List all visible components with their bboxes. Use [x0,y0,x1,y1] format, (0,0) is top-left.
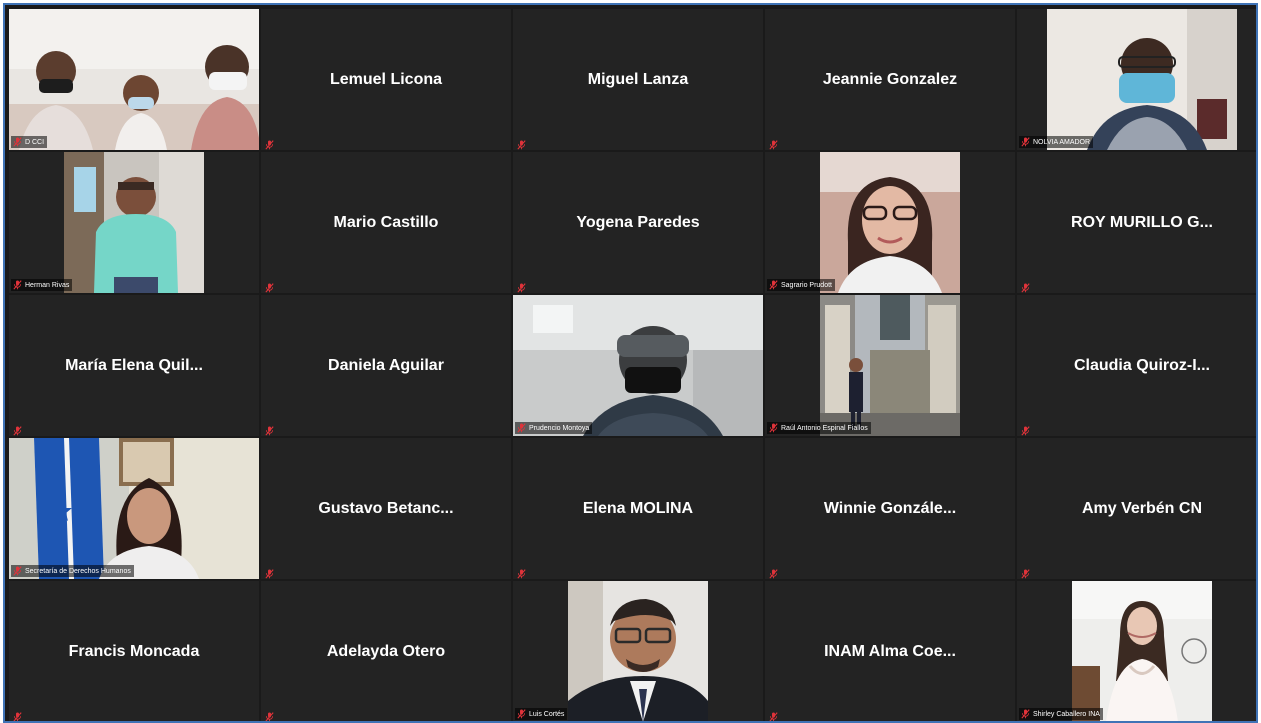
participant-tile-jeannie-gonzalez[interactable]: Jeannie Gonzalez [765,9,1015,150]
mic-muted-icon [517,709,526,719]
participant-name: INAM Alma Coe... [824,642,956,660]
participant-name: Elena MOLINA [582,499,694,517]
participant-video [9,9,259,150]
mic-muted-icon [1021,423,1030,436]
participant-grid: D CCI Lemuel Licona Miguel Lanza Jeannie Go… [9,9,1256,721]
gallery-view: D CCI Lemuel Licona Miguel Lanza Jeannie Go… [3,3,1258,723]
mic-muted-icon [1021,280,1030,293]
mic-muted-icon [13,280,22,290]
participant-name: Raúl Antonio Espinal Fiallos [781,424,868,432]
participant-name: Secretaría de Derechos Humanos [25,567,131,575]
mic-muted-icon [517,280,526,293]
participant-name: Jeannie Gonzalez [822,70,958,88]
mic-muted-icon [265,423,274,436]
mic-muted-icon [13,709,22,721]
participant-video [9,438,259,579]
participant-name: NOLVIA AMADOR [1033,138,1091,146]
participant-name-label: Herman Rivas [11,279,73,291]
participant-tile-amy-verben-cn[interactable]: Amy Verbén CN [1017,438,1256,579]
participant-name: Daniela Aguilar [328,356,444,374]
mic-muted-icon [517,423,526,433]
participant-tile-sagrario-prudott[interactable]: Sagrario Prudott [765,152,1015,293]
participant-name-label: Secretaría de Derechos Humanos [11,565,134,577]
participant-tile-secretaria-de-derechos-humanos[interactable]: Secretaría de Derechos Humanos [9,438,259,579]
participant-video [64,152,204,293]
participant-tile-luis-cortes[interactable]: Luis Cortés [513,581,763,721]
mic-muted-icon [13,423,22,436]
participant-name: Prudencio Montoya [529,424,590,432]
participant-name: Amy Verbén CN [1081,499,1203,517]
mic-muted-icon [13,566,22,576]
participant-name: Adelayda Otero [326,642,446,660]
mic-muted-icon [13,137,22,147]
participant-video [820,295,960,436]
mic-muted-icon [769,137,778,150]
participant-tile-mario-castillo[interactable]: Mario Castillo [261,152,511,293]
participant-tile-gustavo-betanc[interactable]: Gustavo Betanc... [261,438,511,579]
participant-tile-prudencio-montoya[interactable]: Prudencio Montoya [513,295,763,436]
participant-name-label: Shirley Caballero INA [1019,708,1103,720]
mic-muted-icon [1021,709,1030,719]
mic-muted-icon [1021,566,1030,579]
participant-tile-adelayda-otero[interactable]: Adelayda Otero [261,581,511,721]
participant-tile-raul-antonio-espinal-fiallos[interactable]: Raúl Antonio Espinal Fiallos [765,295,1015,436]
participant-name: Francis Moncada [68,642,200,660]
participant-name: ROY MURILLO G... [1071,213,1213,231]
participant-name-label: NOLVIA AMADOR [1019,136,1094,148]
participant-name: Sagrario Prudott [781,281,832,289]
participant-name: Gustavo Betanc... [318,499,454,517]
mic-muted-icon [769,709,778,721]
participant-tile-inam-alma-coe[interactable]: INAM Alma Coe... [765,581,1015,721]
participant-name-label: Prudencio Montoya [515,422,593,434]
participant-tile-elena-molina[interactable]: Elena MOLINA [513,438,763,579]
participant-tile-maria-elena-quil[interactable]: María Elena Quil... [9,295,259,436]
mic-muted-icon [265,709,274,721]
participant-name: Lemuel Licona [329,70,443,88]
participant-name: María Elena Quil... [65,356,203,374]
participant-name: D CCI [25,138,45,146]
participant-name-label: D CCI [11,136,48,148]
participant-tile-daniela-aguilar[interactable]: Daniela Aguilar [261,295,511,436]
participant-name: Claudia Quiroz-I... [1073,356,1210,374]
mic-muted-icon [265,280,274,293]
participant-video [1047,9,1237,150]
mic-muted-icon [517,566,526,579]
participant-tile-d-cci[interactable]: D CCI [9,9,259,150]
participant-name: Luis Cortés [529,710,565,718]
participant-tile-miguel-lanza[interactable]: Miguel Lanza [513,9,763,150]
participant-video [1072,581,1212,721]
mic-muted-icon [265,566,274,579]
participant-name-label: Luis Cortés [515,708,568,720]
participant-name-label: Raúl Antonio Espinal Fiallos [767,422,871,434]
mic-muted-icon [1021,137,1030,147]
participant-name-label: Sagrario Prudott [767,279,835,291]
participant-name: Mario Castillo [333,213,439,231]
participant-name: Miguel Lanza [587,70,689,88]
participant-video [820,152,960,293]
participant-tile-claudia-quiroz-i[interactable]: Claudia Quiroz-I... [1017,295,1256,436]
participant-video [568,581,708,721]
participant-video [513,295,763,436]
participant-tile-lemuel-licona[interactable]: Lemuel Licona [261,9,511,150]
participant-name: Herman Rivas [25,281,70,289]
mic-muted-icon [265,137,274,150]
mic-muted-icon [769,280,778,290]
participant-tile-yogena-paredes[interactable]: Yogena Paredes [513,152,763,293]
participant-tile-francis-moncada[interactable]: Francis Moncada [9,581,259,721]
participant-name: Winnie Gonzále... [823,499,957,517]
participant-name: Shirley Caballero INA [1033,710,1100,718]
participant-tile-shirley-caballero-ina[interactable]: Shirley Caballero INA [1017,581,1256,721]
participant-tile-herman-rivas[interactable]: Herman Rivas [9,152,259,293]
mic-muted-icon [769,423,778,433]
participant-tile-nolvia-amador[interactable]: NOLVIA AMADOR [1017,9,1256,150]
participant-tile-winnie-gonzale[interactable]: Winnie Gonzále... [765,438,1015,579]
participant-name: Yogena Paredes [576,213,700,231]
mic-muted-icon [517,137,526,150]
participant-tile-roy-murillo-g[interactable]: ROY MURILLO G... [1017,152,1256,293]
mic-muted-icon [769,566,778,579]
